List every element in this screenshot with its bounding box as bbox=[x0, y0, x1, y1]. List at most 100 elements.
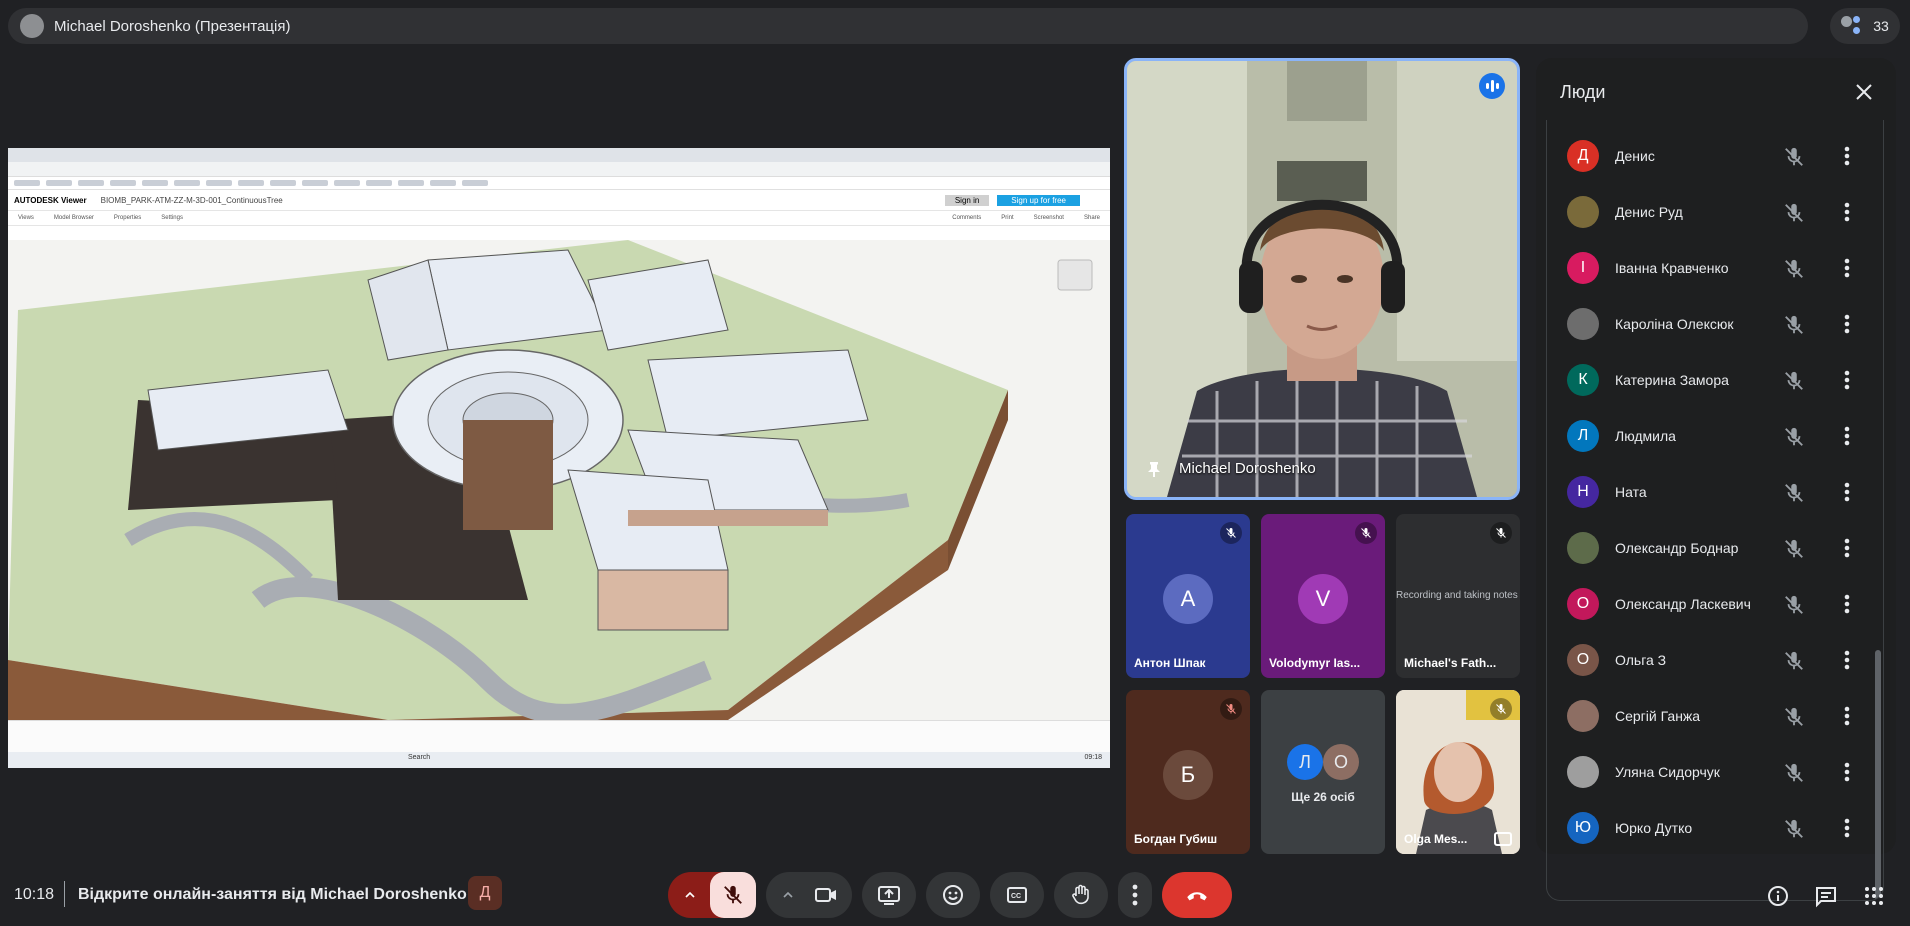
mic-off-icon[interactable] bbox=[1783, 146, 1805, 173]
participants-avatars-icon bbox=[1841, 14, 1865, 38]
mic-off-icon[interactable] bbox=[1783, 202, 1805, 229]
person-row[interactable]: Сергій Ганжа bbox=[1547, 688, 1883, 744]
mic-control[interactable] bbox=[668, 872, 756, 918]
speaking-indicator-icon bbox=[1479, 73, 1505, 99]
more-options-icon[interactable] bbox=[1843, 816, 1851, 840]
person-row[interactable]: Н Ната bbox=[1547, 464, 1883, 520]
participant-tile[interactable]: V Volodymyr Ias... bbox=[1261, 514, 1385, 678]
mic-off-icon[interactable] bbox=[1783, 538, 1805, 565]
person-row[interactable]: Д Денис bbox=[1547, 128, 1883, 184]
person-row[interactable]: О Олександр Ласкевич bbox=[1547, 576, 1883, 632]
unmute-button[interactable] bbox=[710, 872, 756, 918]
participant-initial: V bbox=[1298, 574, 1348, 624]
person-row[interactable]: Денис Руд bbox=[1547, 184, 1883, 240]
person-row[interactable]: Ю Юрко Дутко bbox=[1547, 800, 1883, 856]
person-row[interactable]: Уляна Сидорчук bbox=[1547, 744, 1883, 800]
camera-control[interactable] bbox=[766, 872, 852, 918]
participant-name: Богдан Губиш bbox=[1134, 832, 1218, 846]
mic-off-icon[interactable] bbox=[1783, 818, 1805, 845]
person-avatar: Л bbox=[1567, 420, 1599, 452]
close-icon[interactable] bbox=[1852, 80, 1876, 104]
mic-off-icon[interactable] bbox=[1783, 762, 1805, 789]
present-screen-button[interactable] bbox=[862, 872, 916, 918]
model-file-name: BIOMB_PARK-ATM-ZZ-M-3D-001_ContinuousTre… bbox=[100, 195, 283, 205]
reactions-button[interactable] bbox=[926, 872, 980, 918]
people-panel: Люди Д Денис Денис Руд І Іванна Кравченко Кар… bbox=[1536, 58, 1896, 901]
person-row[interactable]: О Ольга З bbox=[1547, 632, 1883, 688]
mic-off-icon[interactable] bbox=[1783, 594, 1805, 621]
person-row[interactable]: І Іванна Кравченко bbox=[1547, 240, 1883, 296]
more-options-icon[interactable] bbox=[1843, 704, 1851, 728]
participant-tile[interactable]: Recording and taking notes Michael's Fat… bbox=[1396, 514, 1520, 678]
leave-call-button[interactable] bbox=[1162, 872, 1232, 918]
mic-off-icon bbox=[1220, 522, 1242, 544]
viewer-toolbar: Views Model Browser Properties Settings … bbox=[8, 211, 1110, 226]
person-name: Людмила bbox=[1615, 428, 1676, 444]
chevron-up-icon[interactable] bbox=[682, 887, 698, 903]
mic-off-icon[interactable] bbox=[1783, 370, 1805, 397]
more-options-icon[interactable] bbox=[1843, 256, 1851, 280]
shared-screen: AUTODESK Viewer BIOMB_PARK-ATM-ZZ-M-3D-0… bbox=[8, 148, 1110, 768]
participant-name: Olga Mes... bbox=[1404, 832, 1468, 846]
pin-icon[interactable] bbox=[1147, 461, 1161, 477]
presentation-title: Michael Doroshenko (Презентація) bbox=[54, 17, 291, 35]
people-list[interactable]: Д Денис Денис Руд І Іванна Кравченко Кароліна… bbox=[1546, 120, 1884, 901]
person-avatar: О bbox=[1567, 588, 1599, 620]
participant-tile[interactable]: Olga Mes... bbox=[1396, 690, 1520, 854]
person-row[interactable]: Л Людмила bbox=[1547, 408, 1883, 464]
presentation-bar[interactable]: Michael Doroshenko (Презентація) bbox=[8, 8, 1808, 44]
activities-icon[interactable] bbox=[1862, 884, 1886, 908]
more-options-icon[interactable] bbox=[1843, 144, 1851, 168]
more-options-icon[interactable] bbox=[1843, 536, 1851, 560]
mic-off-icon[interactable] bbox=[1783, 258, 1805, 285]
raise-hand-button[interactable] bbox=[1054, 872, 1108, 918]
more-options-button[interactable] bbox=[1118, 872, 1152, 918]
person-row[interactable]: К Катерина Замора bbox=[1547, 352, 1883, 408]
person-name: Сергій Ганжа bbox=[1615, 708, 1701, 724]
present-screen-icon bbox=[878, 886, 900, 905]
taskbar-clock: 09:18 bbox=[1084, 754, 1102, 761]
autodesk-brand: AUTODESK Viewer bbox=[14, 195, 87, 205]
participant-tile[interactable]: A Антон Шпак bbox=[1126, 514, 1250, 678]
browser-tab-strip bbox=[8, 148, 1110, 162]
camera-icon[interactable] bbox=[814, 883, 838, 907]
hang-up-icon bbox=[1187, 892, 1207, 901]
info-icon[interactable] bbox=[1766, 884, 1790, 908]
chat-icon[interactable] bbox=[1814, 884, 1838, 908]
meeting-title: Відкрите онлайн-заняття від Michael Doro… bbox=[78, 886, 467, 903]
print-tab: Print bbox=[1001, 215, 1014, 221]
mic-off-icon[interactable] bbox=[1783, 706, 1805, 733]
more-options-icon[interactable] bbox=[1843, 200, 1851, 224]
mic-off-icon[interactable] bbox=[1783, 482, 1805, 509]
person-avatar: К bbox=[1567, 364, 1599, 396]
more-options-icon[interactable] bbox=[1843, 592, 1851, 616]
person-row[interactable]: Олександр Боднар bbox=[1547, 520, 1883, 576]
captions-button[interactable]: CC bbox=[990, 872, 1044, 918]
more-options-icon[interactable] bbox=[1843, 424, 1851, 448]
person-name: Ната bbox=[1615, 484, 1647, 500]
participants-button[interactable]: 33 bbox=[1830, 8, 1900, 44]
person-row[interactable]: Кароліна Олексюк bbox=[1547, 296, 1883, 352]
mic-off-icon[interactable] bbox=[1783, 650, 1805, 677]
captions-icon: CC bbox=[1007, 887, 1027, 903]
building-model-render bbox=[8, 240, 1110, 724]
participant-tile[interactable]: Б Богдан Губиш bbox=[1126, 690, 1250, 854]
viewer-bottom-toolbar bbox=[8, 720, 1110, 753]
mic-off-icon[interactable] bbox=[1783, 314, 1805, 341]
speaker-video bbox=[1127, 61, 1517, 497]
person-avatar bbox=[1567, 700, 1599, 732]
browser-bookmarks-bar bbox=[8, 177, 1110, 190]
more-options-icon[interactable] bbox=[1843, 760, 1851, 784]
more-participants-tile[interactable]: Л О Ще 26 осіб bbox=[1261, 690, 1385, 854]
more-options-icon[interactable] bbox=[1843, 368, 1851, 392]
chevron-up-icon[interactable] bbox=[780, 887, 796, 903]
mic-off-icon bbox=[1220, 698, 1242, 720]
picture-in-picture-icon[interactable] bbox=[1494, 832, 1512, 846]
host-badge[interactable]: Д bbox=[468, 876, 502, 910]
person-name: Іванна Кравченко bbox=[1615, 260, 1729, 276]
more-options-icon[interactable] bbox=[1843, 648, 1851, 672]
more-options-icon[interactable] bbox=[1843, 480, 1851, 504]
more-options-icon[interactable] bbox=[1843, 312, 1851, 336]
mic-off-icon[interactable] bbox=[1783, 426, 1805, 453]
pinned-speaker-tile[interactable]: Michael Doroshenko bbox=[1124, 58, 1520, 500]
